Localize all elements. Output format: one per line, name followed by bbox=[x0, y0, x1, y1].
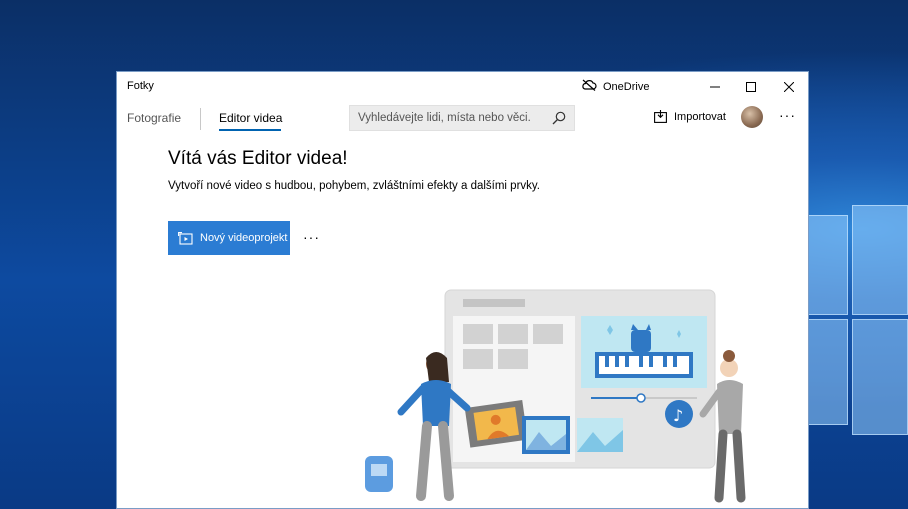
page-title: Vítá vás Editor videa! bbox=[168, 148, 348, 169]
photos-app-window: Fotky OneDrive Fotografie Editor videa V… bbox=[116, 71, 809, 509]
page-subtitle: Vytvoří nové video s hudbou, pohybem, zv… bbox=[168, 180, 541, 192]
tab-video-editor[interactable]: Editor videa bbox=[219, 111, 282, 125]
close-icon bbox=[784, 82, 794, 92]
video-editor-illustration: ♪ bbox=[365, 289, 746, 503]
title-bar: Fotky OneDrive bbox=[117, 72, 808, 102]
import-label: Importovat bbox=[674, 110, 726, 123]
more-options-button[interactable]: ··· bbox=[779, 107, 796, 123]
maximize-icon bbox=[746, 82, 756, 92]
windows-logo bbox=[808, 205, 908, 475]
search-button[interactable] bbox=[548, 108, 570, 128]
app-title: Fotky bbox=[127, 80, 154, 92]
new-project-label: Nový videoprojekt bbox=[200, 232, 288, 244]
tab-divider bbox=[200, 108, 201, 130]
active-tab-indicator bbox=[219, 129, 281, 131]
more-project-options-button[interactable]: ··· bbox=[303, 229, 320, 245]
cloud-icon bbox=[581, 79, 597, 94]
maximize-button[interactable] bbox=[731, 72, 771, 102]
close-button[interactable] bbox=[769, 72, 809, 102]
search-icon bbox=[552, 111, 566, 125]
video-editor-page: Vítá vás Editor videa! Vytvoří nové vide… bbox=[117, 138, 808, 509]
svg-text:♪: ♪ bbox=[673, 406, 683, 425]
import-icon bbox=[654, 110, 667, 123]
search-box bbox=[349, 105, 575, 131]
new-video-project-button[interactable]: Nový videoprojekt bbox=[168, 221, 290, 255]
account-avatar[interactable] bbox=[741, 106, 763, 128]
minimize-icon bbox=[710, 86, 720, 88]
navigation-bar: Fotografie Editor videa Importovat ··· bbox=[117, 102, 808, 138]
onedrive-label: OneDrive bbox=[603, 80, 650, 93]
search-input[interactable] bbox=[350, 106, 546, 130]
new-project-icon bbox=[178, 231, 193, 245]
minimize-button[interactable] bbox=[695, 72, 735, 102]
tab-photos[interactable]: Fotografie bbox=[127, 111, 181, 125]
onedrive-status[interactable]: OneDrive bbox=[581, 79, 649, 94]
import-button[interactable]: Importovat bbox=[654, 110, 726, 123]
